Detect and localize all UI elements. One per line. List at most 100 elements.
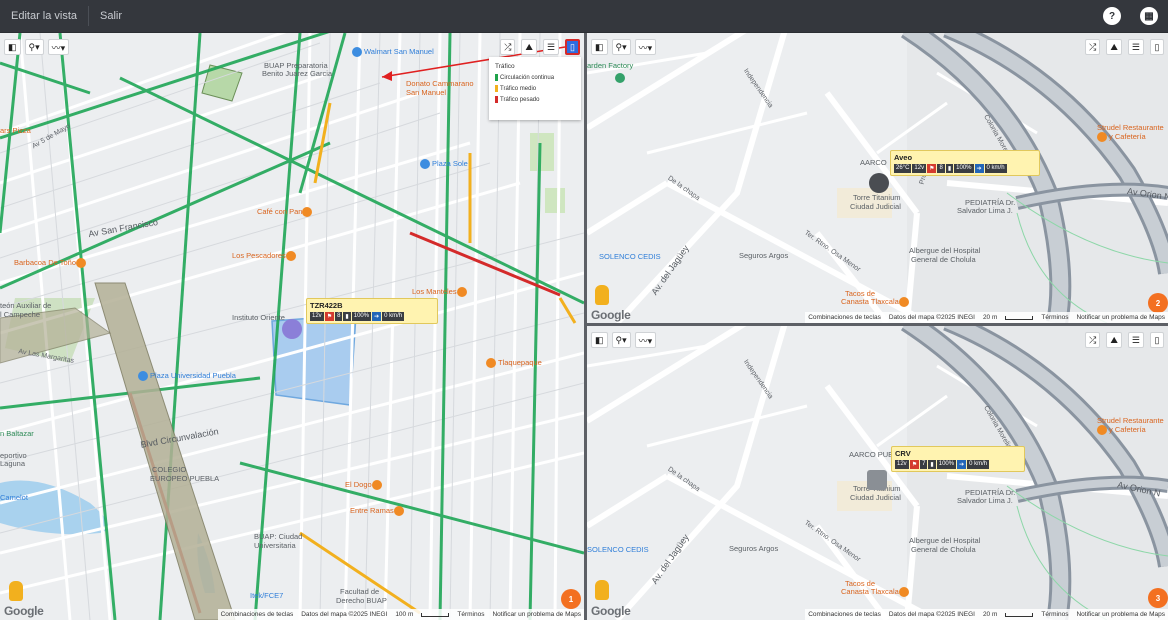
poi-benito[interactable]: Benito Juarez Garcia	[262, 69, 332, 78]
layers-icon[interactable]: ◧	[591, 332, 608, 348]
street-view-pegman-icon[interactable]	[595, 580, 609, 600]
poi-canasta[interactable]: Canasta Tlaxcala	[841, 297, 911, 308]
poi-barbacoa[interactable]: Barbacoa De Toño	[14, 258, 88, 269]
poi-europeo[interactable]: EUROPEO PUEBLA	[150, 474, 219, 483]
poi-derecho[interactable]: Derecho BUAP	[336, 596, 387, 605]
poi-itek[interactable]: Itek/FCE7	[250, 591, 283, 600]
marker-dropdown-icon[interactable]: ⚲▾	[611, 332, 631, 348]
report-problem-link[interactable]: Notificar un problema de Maps	[1076, 314, 1165, 321]
grid-icon[interactable]: ▦	[1140, 7, 1158, 25]
traffic-toggle-icon[interactable]: ▯	[1150, 39, 1164, 55]
vehicle-card-aveo[interactable]: Aveo 26°C 12v ⚑ 8 ▮ 100% ➔ 0 km/h	[890, 150, 1040, 176]
road-icon[interactable]: ⛰	[1106, 39, 1122, 55]
edit-view-link[interactable]: Editar la vista	[0, 0, 88, 32]
street-view-pegman-icon[interactable]	[595, 285, 609, 305]
exit-link[interactable]: Salir	[89, 0, 133, 32]
poi-albergue[interactable]: Albergue del Hospital	[909, 246, 980, 255]
terms-link[interactable]: Términos	[457, 611, 484, 618]
poi-donato[interactable]: Donato Cammarano	[406, 79, 474, 88]
poi-salvador[interactable]: Salvador Lima J.	[957, 206, 1013, 215]
keyboard-shortcuts-link[interactable]: Combinaciones de teclas	[808, 314, 881, 321]
cluster-badge[interactable]: 2	[1148, 293, 1168, 313]
poi-stars-pizza[interactable]: ars Pizza	[0, 126, 31, 135]
poi-walmart[interactable]: Walmart San Manuel	[352, 47, 434, 58]
poi-strudel[interactable]: Strudel Restaurante	[1097, 123, 1164, 132]
poi-solenco[interactable]: SOLENCO CEDIS	[599, 252, 661, 261]
poi-aarco[interactable]: AARCO PUE	[849, 450, 893, 459]
map-panel-2[interactable]: ◧ ⚲▾ 〰▾ ⤮ ⛰ ☰ ▯ arden Factory Strudel Re…	[587, 33, 1168, 323]
list-icon[interactable]: ☰	[1127, 332, 1144, 348]
route-dropdown-icon[interactable]: 〰▾	[634, 39, 657, 55]
help-icon[interactable]: ?	[1103, 7, 1121, 25]
poi-campeche[interactable]: l Campeche	[0, 310, 40, 319]
vehicle-marker-icon[interactable]	[869, 173, 889, 193]
road-icon[interactable]: ⛰	[521, 39, 537, 55]
poi-cafe-pan[interactable]: Café con Pan	[257, 207, 314, 218]
traffic-toggle-icon[interactable]: ▯	[565, 39, 580, 55]
poi-facultad[interactable]: Facultad de	[340, 587, 379, 596]
poi-solenco[interactable]: SOLENCO CEDIS	[587, 545, 649, 554]
poi-salvador[interactable]: Salvador Lima J.	[957, 496, 1013, 505]
poi-universitaria[interactable]: Universitaria	[254, 541, 296, 550]
shuffle-icon[interactable]: ⤮	[1085, 332, 1101, 348]
poi-cafeteria[interactable]: y Cafetería	[1097, 132, 1146, 143]
poi-seguros[interactable]: Seguros Argos	[739, 251, 788, 260]
marker-dropdown-icon[interactable]: ⚲▾	[611, 39, 631, 55]
keyboard-shortcuts-link[interactable]: Combinaciones de teclas	[808, 611, 881, 618]
poi-garden-factory[interactable]: arden Factory	[587, 61, 633, 70]
route-dropdown-icon[interactable]: 〰▾	[47, 39, 70, 55]
poi-cafeteria[interactable]: y Cafetería	[1097, 425, 1146, 436]
street-view-pegman-icon[interactable]	[9, 581, 23, 601]
map-panel-1[interactable]: ◧ ⚲▾ 〰▾ ⤮ ⛰ ☰ ▯ Tráfico Circulación cont…	[0, 33, 584, 620]
terms-link[interactable]: Términos	[1041, 314, 1068, 321]
poi-buap-ciudad[interactable]: BUAP: Ciudad	[254, 532, 302, 541]
shuffle-icon[interactable]: ⤮	[500, 39, 516, 55]
list-icon[interactable]: ☰	[1127, 39, 1144, 55]
poi-aarco[interactable]: AARCO	[860, 158, 887, 167]
poi-plaza-universidad[interactable]: Plaza Universidad Puebla	[138, 371, 236, 382]
poi-pescadores[interactable]: Los Pescadores	[232, 251, 298, 262]
poi-albergue[interactable]: Albergue del Hospital	[909, 536, 980, 545]
poi-auxiliar[interactable]: teón Auxiliar de	[0, 301, 51, 310]
poi-baltazar[interactable]: n Baltazar	[0, 429, 34, 438]
poi-laguna[interactable]: Laguna	[0, 459, 25, 468]
poi-colegio[interactable]: COLEGIO	[152, 465, 186, 474]
route-dropdown-icon[interactable]: 〰▾	[634, 332, 657, 348]
shuffle-icon[interactable]: ⤮	[1085, 39, 1101, 55]
vehicle-card-crv[interactable]: CRV 12v ⚑ 7 ▮ 100% ➔ 0 km/h	[891, 446, 1025, 472]
vehicle-marker-icon[interactable]	[867, 470, 887, 490]
traffic-toggle-icon[interactable]: ▯	[1150, 332, 1164, 348]
terms-link[interactable]: Términos	[1041, 611, 1068, 618]
poi-plaza-sole[interactable]: Plaza Sole	[420, 159, 468, 170]
battery-level-chip: 100%	[351, 312, 372, 321]
poi-el-dogo[interactable]: El Dogo	[345, 480, 384, 491]
poi-tlaquepaque[interactable]: Tlaquepaque	[486, 358, 542, 369]
poi-canasta[interactable]: Canasta Tlaxcala	[841, 587, 911, 598]
poi-torre[interactable]: Torre Titanium	[853, 193, 901, 202]
vehicle-card-tzr422b[interactable]: TZR422B 12v ⚑ 8 ▮ 100% ➔ 0 km/h	[306, 298, 438, 324]
report-problem-link[interactable]: Notificar un problema de Maps	[492, 611, 581, 618]
poi-seguros[interactable]: Seguros Argos	[729, 544, 778, 553]
poi-general[interactable]: General de Cholula	[911, 255, 976, 264]
poi-manteles[interactable]: Los Manteles	[412, 287, 469, 298]
layers-icon[interactable]: ◧	[4, 39, 21, 55]
map-panel-3[interactable]: ◧ ⚲▾ 〰▾ ⤮ ⛰ ☰ ▯ Strudel Restaurante y Ca…	[587, 326, 1168, 620]
poi-instituto[interactable]: Instituto Oriente	[232, 313, 285, 322]
poi-ciudad-judicial[interactable]: Ciudad Judicial	[850, 493, 901, 502]
report-problem-link[interactable]: Notificar un problema de Maps	[1076, 611, 1165, 618]
cluster-badge[interactable]: 3	[1148, 588, 1168, 608]
road-icon[interactable]: ⛰	[1106, 332, 1122, 348]
marker-dropdown-icon[interactable]: ⚲▾	[24, 39, 44, 55]
keyboard-shortcuts-link[interactable]: Combinaciones de teclas	[221, 611, 294, 618]
layers-icon[interactable]: ◧	[591, 39, 608, 55]
vehicle-marker-icon[interactable]	[282, 319, 302, 339]
cluster-badge[interactable]: 1	[561, 589, 581, 609]
shopping-icon	[420, 159, 430, 170]
poi-san-manuel[interactable]: San Manuel	[406, 88, 446, 97]
poi-camelot[interactable]: Camelot	[0, 493, 28, 502]
list-icon[interactable]: ☰	[542, 39, 560, 55]
poi-ciudad-judicial[interactable]: Ciudad Judicial	[850, 202, 901, 211]
poi-entre-ramas[interactable]: Entre Ramas	[350, 506, 406, 517]
poi-general[interactable]: General de Cholula	[911, 545, 976, 554]
poi-strudel[interactable]: Strudel Restaurante	[1097, 416, 1164, 425]
